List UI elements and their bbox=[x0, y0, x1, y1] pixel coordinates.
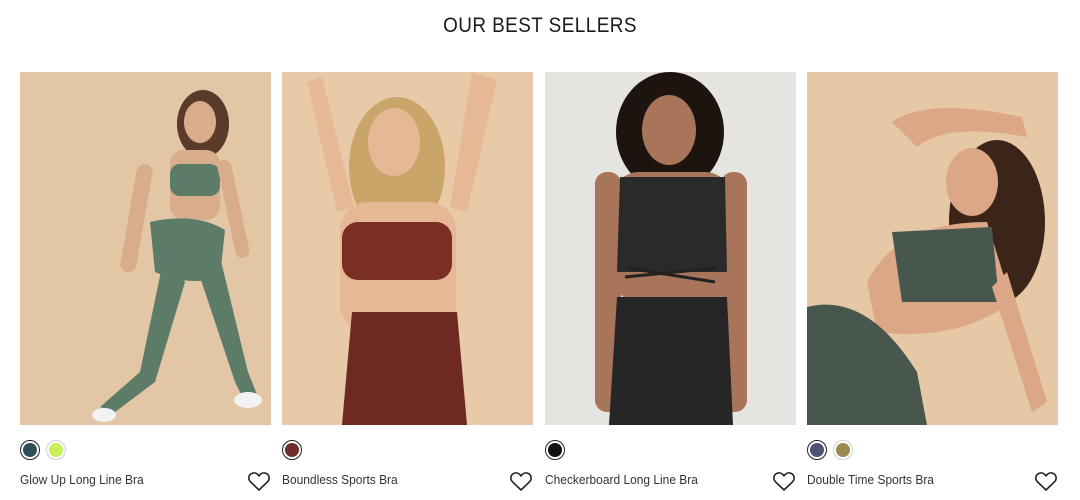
color-swatch[interactable] bbox=[282, 440, 302, 460]
product-card[interactable]: Double Time Sports Bra bbox=[807, 72, 1058, 492]
color-swatch[interactable] bbox=[20, 440, 40, 460]
product-name[interactable]: Boundless Sports Bra bbox=[282, 472, 398, 487]
product-name[interactable]: Checkerboard Long Line Bra bbox=[545, 472, 698, 487]
color-swatch[interactable] bbox=[833, 440, 853, 460]
color-swatch[interactable] bbox=[545, 440, 565, 460]
product-card[interactable]: Glow Up Long Line Bra bbox=[20, 72, 271, 492]
color-swatch[interactable] bbox=[46, 440, 66, 460]
heart-outline-icon[interactable] bbox=[1034, 470, 1058, 492]
heart-outline-icon[interactable] bbox=[772, 470, 796, 492]
color-swatch[interactable] bbox=[807, 440, 827, 460]
section-title: OUR BEST SELLERS bbox=[443, 14, 637, 37]
product-name[interactable]: Glow Up Long Line Bra bbox=[20, 472, 144, 487]
heart-outline-icon[interactable] bbox=[509, 470, 533, 492]
product-image[interactable] bbox=[20, 72, 271, 425]
product-image[interactable] bbox=[807, 72, 1058, 425]
heart-outline-icon[interactable] bbox=[247, 470, 271, 492]
color-swatches bbox=[282, 440, 302, 464]
product-card[interactable]: Boundless Sports Bra bbox=[282, 72, 533, 492]
color-swatches bbox=[807, 440, 853, 464]
product-image[interactable] bbox=[282, 72, 533, 425]
product-image[interactable] bbox=[545, 72, 796, 425]
color-swatches bbox=[545, 440, 565, 464]
color-swatches bbox=[20, 440, 66, 464]
product-name[interactable]: Double Time Sports Bra bbox=[807, 472, 934, 487]
product-card[interactable]: Checkerboard Long Line Bra bbox=[545, 72, 796, 492]
